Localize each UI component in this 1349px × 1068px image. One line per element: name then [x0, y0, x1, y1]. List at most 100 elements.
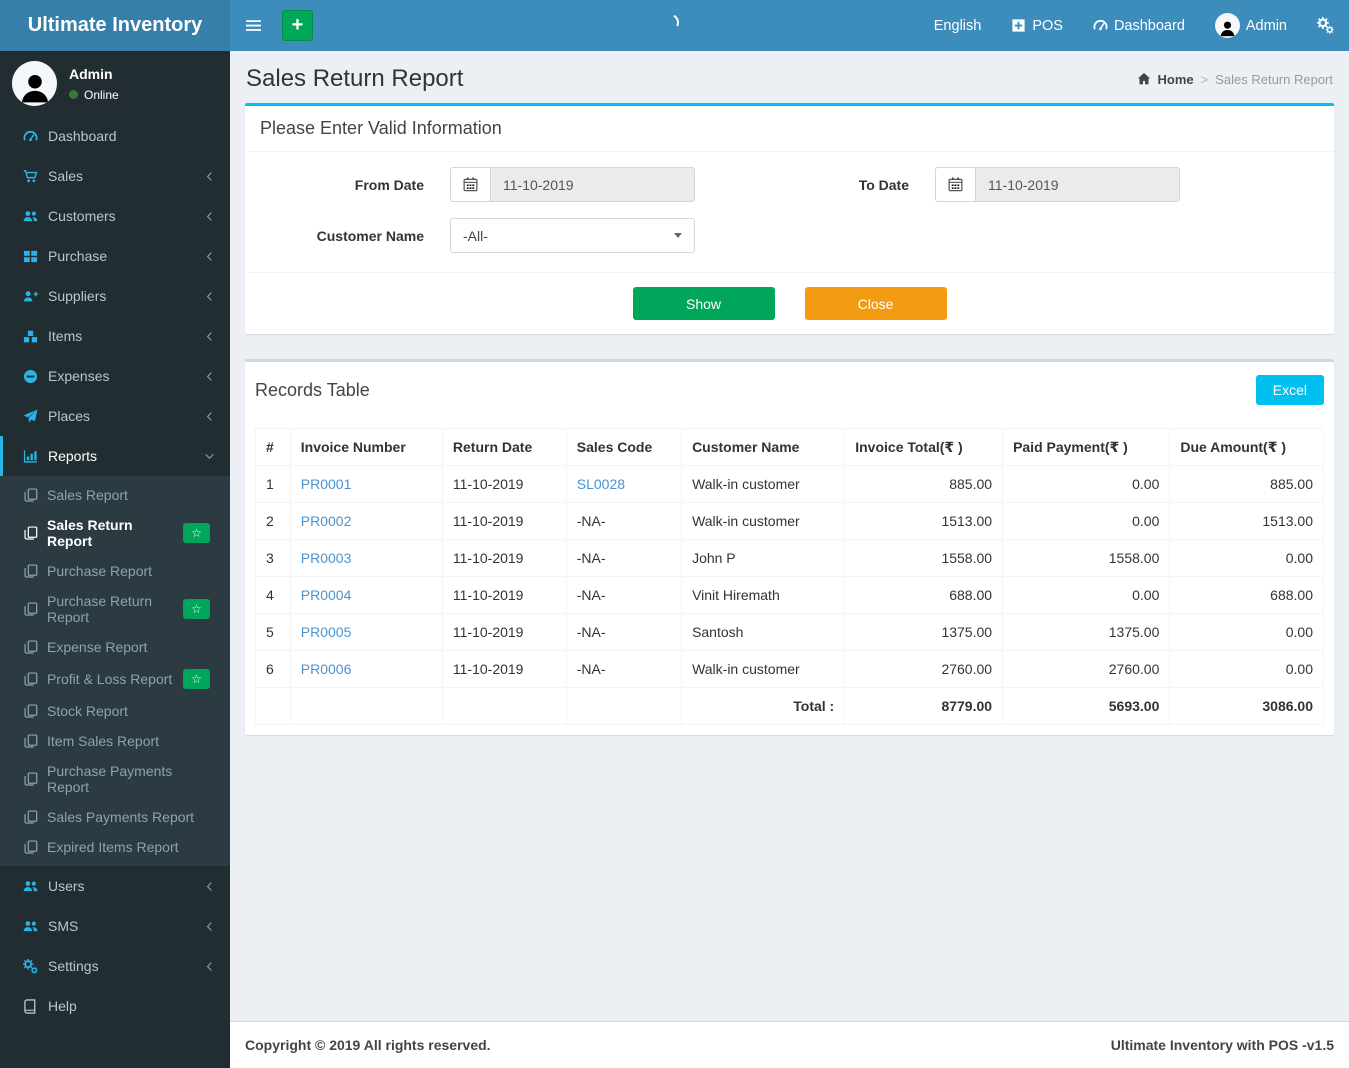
- records-panel: Records Table Excel # Invoice Number Ret…: [245, 359, 1334, 735]
- chevron-down-icon: [204, 451, 215, 462]
- top-navbar: Ultimate Inventory + English POS Dashboa…: [0, 0, 1349, 51]
- sidebar-item-reports[interactable]: Reports: [0, 436, 230, 476]
- col-invoice-number: Invoice Number: [289, 428, 443, 466]
- dashboard-link[interactable]: Dashboard: [1078, 0, 1200, 51]
- sidebar-item-stock-report[interactable]: Stock Report: [0, 696, 230, 726]
- sidebar-item-sales[interactable]: Sales: [0, 156, 230, 196]
- sidebar-item-settings[interactable]: Settings: [0, 946, 230, 986]
- filter-panel-title: Please Enter Valid Information: [260, 118, 502, 138]
- home-icon: [1137, 72, 1151, 86]
- copy-icon: [24, 840, 38, 854]
- favorite-badge[interactable]: ☆: [183, 523, 210, 543]
- table-totals-row: Total : 8779.00 5693.00 3086.00: [255, 687, 1324, 725]
- show-button[interactable]: Show: [632, 287, 775, 320]
- breadcrumb-home[interactable]: Home: [1158, 72, 1194, 87]
- excel-export-button[interactable]: Excel: [1255, 375, 1324, 405]
- breadcrumb-current: Sales Return Report: [1215, 71, 1333, 87]
- users-icon: [23, 209, 38, 224]
- favorite-badge[interactable]: ☆: [183, 599, 210, 619]
- users-icon: [23, 879, 38, 894]
- copy-icon: [24, 734, 38, 748]
- sidebar-item-expense-report[interactable]: Expense Report: [0, 632, 230, 662]
- sidebar-item-expired-items-report[interactable]: Expired Items Report: [0, 832, 230, 862]
- sidebar-item-sales-report[interactable]: Sales Report: [0, 480, 230, 510]
- sidebar-item-item-sales-report[interactable]: Item Sales Report: [0, 726, 230, 756]
- to-date-label: To Date: [858, 176, 909, 193]
- copy-icon: [24, 672, 38, 686]
- language-menu[interactable]: English: [919, 0, 997, 51]
- settings-menu-button[interactable]: [1302, 0, 1349, 51]
- chevron-left-icon: [204, 331, 215, 342]
- col-invoice-total: Invoice Total(₹ ): [844, 428, 1004, 466]
- sidebar-item-dashboard[interactable]: Dashboard: [0, 116, 230, 156]
- quick-add-button[interactable]: +: [282, 10, 313, 41]
- col-paid-payment: Paid Payment(₹ ): [1002, 428, 1171, 466]
- sidebar-item-expenses[interactable]: Expenses: [0, 356, 230, 396]
- pos-link[interactable]: POS: [996, 0, 1078, 51]
- chevron-left-icon: [204, 291, 215, 302]
- invoice-link[interactable]: PR0004: [301, 587, 352, 603]
- calendar-icon[interactable]: [935, 167, 975, 202]
- sidebar-item-sales-payments-report[interactable]: Sales Payments Report: [0, 802, 230, 832]
- sidebar-item-help[interactable]: Help: [0, 986, 230, 1026]
- sidebar-user-panel: Admin Online: [0, 51, 230, 116]
- page-footer: Copyright © 2019 All rights reserved. Ul…: [230, 1021, 1349, 1068]
- chevron-left-icon: [204, 171, 215, 182]
- sidebar-item-suppliers[interactable]: Suppliers: [0, 276, 230, 316]
- cogs-icon: [1317, 17, 1334, 34]
- copyright-text: Copyright © 2019 All rights reserved.: [245, 1037, 491, 1053]
- sidebar: Admin Online Dashboard Sales Customers P…: [0, 51, 230, 1068]
- brand-logo[interactable]: Ultimate Inventory: [0, 0, 230, 51]
- breadcrumb-separator: >: [1200, 71, 1209, 87]
- sidebar-item-sms[interactable]: SMS: [0, 906, 230, 946]
- to-date-input[interactable]: [975, 167, 1180, 202]
- sidebar-item-users[interactable]: Users: [0, 866, 230, 906]
- close-button[interactable]: Close: [804, 287, 947, 320]
- paper-plane-icon: [23, 409, 38, 424]
- sidebar-toggle-button[interactable]: [230, 0, 277, 51]
- col-due-amount: Due Amount(₹ ): [1169, 428, 1324, 466]
- bar-chart-icon: [23, 449, 38, 464]
- breadcrumb: Home > Sales Return Report: [1137, 71, 1333, 87]
- plus-icon: +: [291, 14, 304, 36]
- col-sales-code: Sales Code: [565, 428, 683, 466]
- invoice-link[interactable]: PR0002: [301, 513, 352, 529]
- col-return-date: Return Date: [441, 428, 567, 466]
- invoice-link[interactable]: PR0006: [301, 661, 352, 677]
- user-avatar: [12, 61, 57, 106]
- sidebar-item-purchase-return-report[interactable]: Purchase Return Report ☆: [0, 586, 230, 632]
- table-header-row: # Invoice Number Return Date Sales Code …: [255, 428, 1324, 466]
- invoice-link[interactable]: PR0001: [301, 476, 352, 492]
- sidebar-item-items[interactable]: Items: [0, 316, 230, 356]
- avatar: [1214, 13, 1240, 38]
- plus-square-icon: [1011, 18, 1026, 33]
- sidebar-item-sales-return-report[interactable]: Sales Return Report ☆: [0, 510, 230, 556]
- star-icon: ☆: [191, 672, 202, 686]
- star-icon: ☆: [191, 602, 202, 616]
- customer-select[interactable]: -All-: [450, 218, 695, 253]
- sidebar-item-places[interactable]: Places: [0, 396, 230, 436]
- sidebar-item-purchase-payments-report[interactable]: Purchase Payments Report: [0, 756, 230, 802]
- copy-icon: [24, 640, 38, 654]
- sidebar-item-customers[interactable]: Customers: [0, 196, 230, 236]
- user-menu[interactable]: Admin: [1200, 0, 1302, 51]
- loading-spinner-icon: [659, 11, 682, 34]
- totals-due-amount: 3086.00: [1169, 687, 1324, 725]
- from-date-label: From Date: [354, 176, 424, 193]
- sales-code-link[interactable]: SL0028: [577, 476, 625, 492]
- caret-down-icon: [674, 233, 682, 238]
- calendar-icon[interactable]: [450, 167, 490, 202]
- favorite-badge[interactable]: ☆: [183, 669, 210, 689]
- invoice-link[interactable]: PR0003: [301, 550, 352, 566]
- totals-paid-payment: 5693.00: [1002, 687, 1171, 725]
- from-date-input[interactable]: [490, 167, 695, 202]
- user-name: Admin: [69, 65, 113, 82]
- filter-panel: Please Enter Valid Information From Date…: [245, 103, 1334, 334]
- cogs-icon: [23, 959, 38, 974]
- main-content: Sales Return Report Home > Sales Return …: [230, 51, 1349, 1021]
- sidebar-item-purchase-report[interactable]: Purchase Report: [0, 556, 230, 586]
- sidebar-item-profit-loss-report[interactable]: Profit & Loss Report ☆: [0, 662, 230, 696]
- invoice-link[interactable]: PR0005: [301, 624, 352, 640]
- sidebar-item-purchase[interactable]: Purchase: [0, 236, 230, 276]
- users-icon: [23, 919, 38, 934]
